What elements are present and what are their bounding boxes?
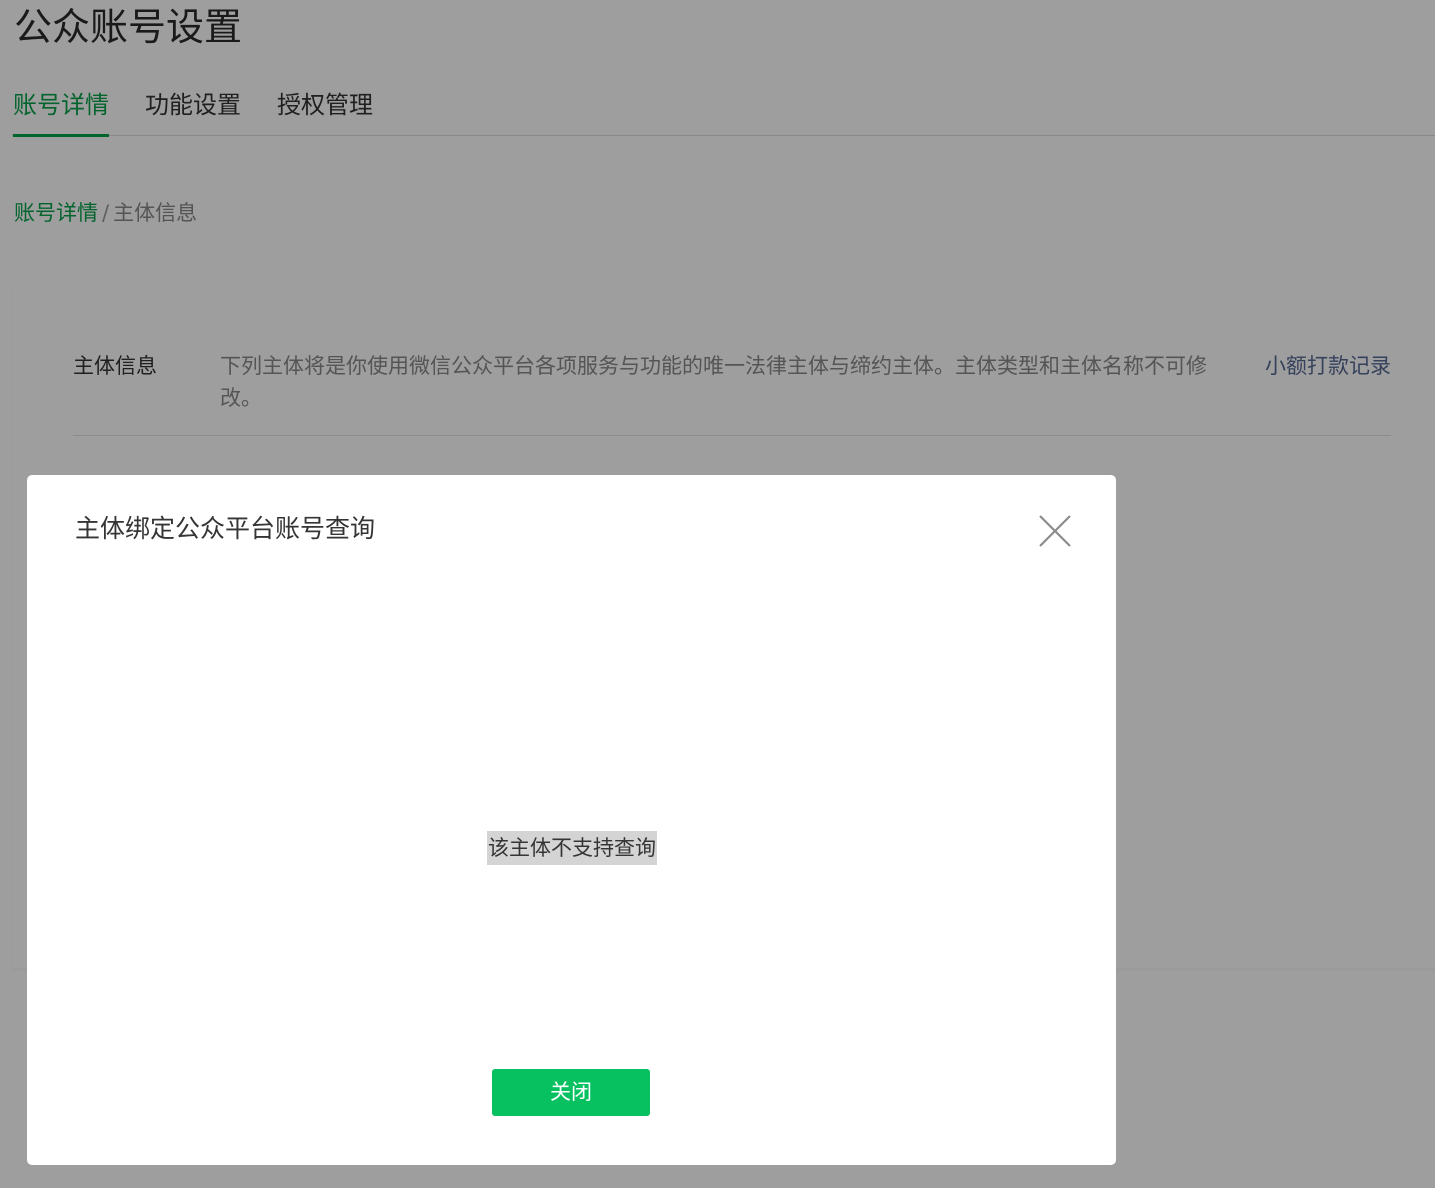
dialog-message: 该主体不支持查询 — [487, 831, 657, 865]
entity-query-dialog: 主体绑定公众平台账号查询 该主体不支持查询 关闭 — [27, 475, 1116, 1165]
close-icon[interactable] — [1037, 513, 1073, 549]
account-settings-page: 公众账号设置 账号详情 功能设置 授权管理 账号详情 / 主体信息 主体信息 下列主… — [0, 0, 1435, 1188]
dialog-title: 主体绑定公众平台账号查询 — [75, 514, 376, 543]
close-button[interactable]: 关闭 — [492, 1069, 650, 1116]
